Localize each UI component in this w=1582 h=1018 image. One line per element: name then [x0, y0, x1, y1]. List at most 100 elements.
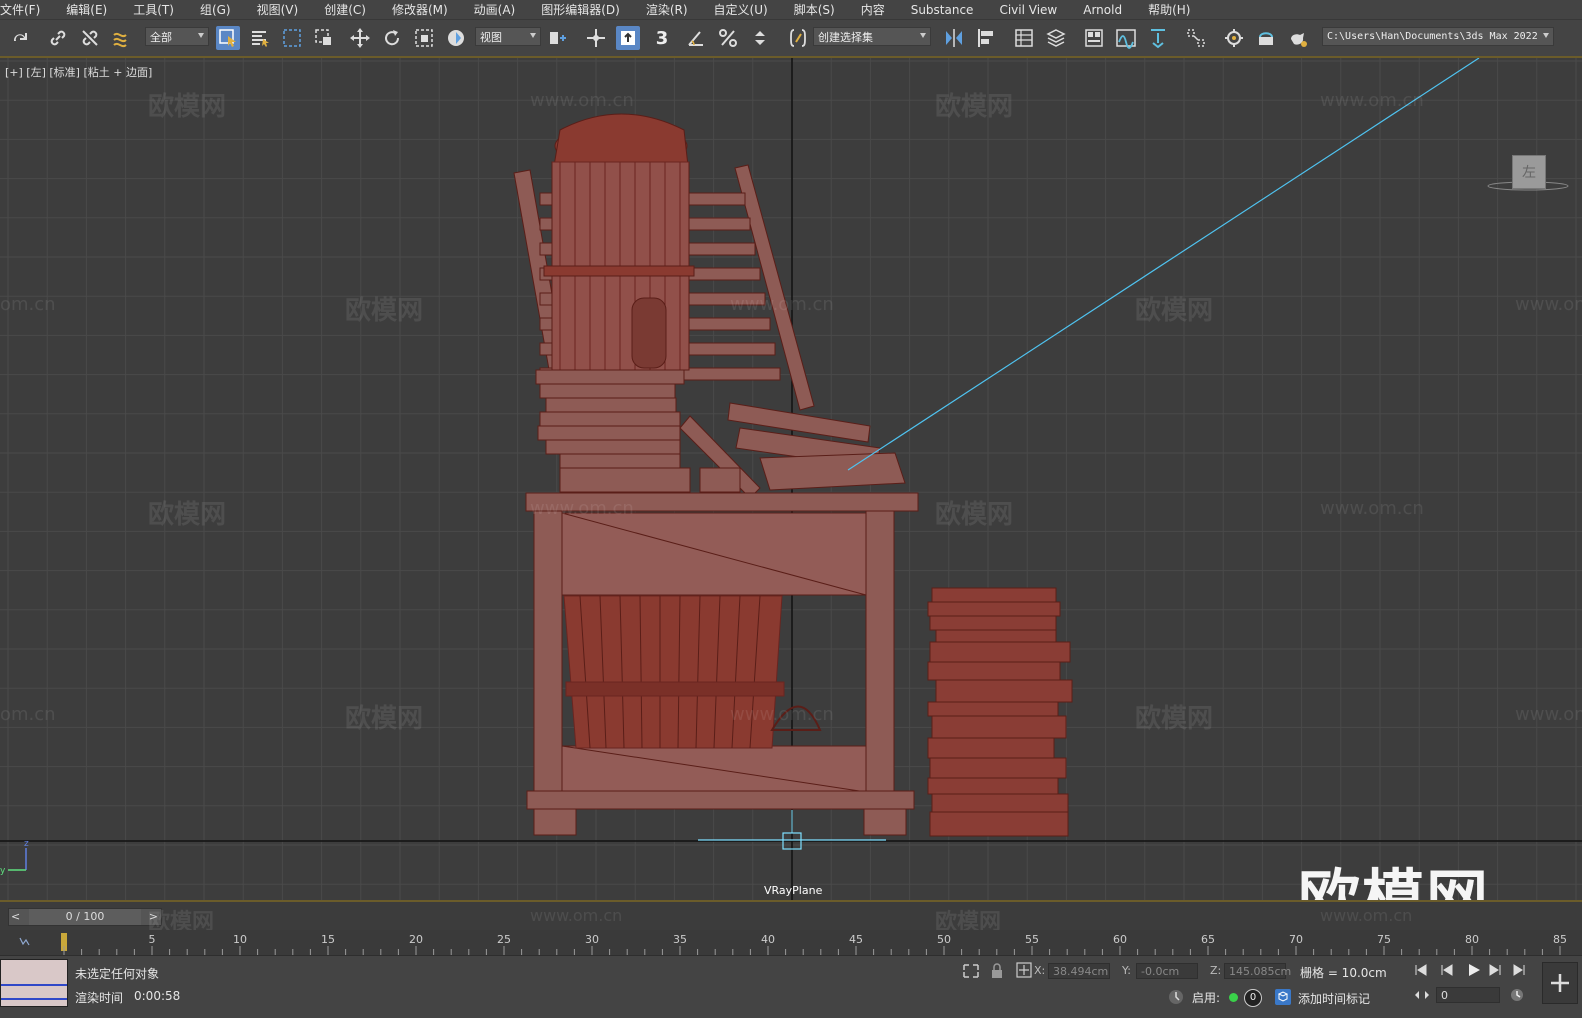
selection-filter-dropdown[interactable]: 全部 — [145, 27, 209, 46]
menu-item[interactable]: 渲染(R) — [633, 1, 701, 18]
curve-editor-icon[interactable] — [1114, 26, 1138, 50]
maxscript-listener-preview[interactable] — [0, 959, 68, 1007]
keyboard-shortcut-toggle-icon[interactable] — [616, 26, 640, 50]
rotate-icon[interactable] — [380, 26, 404, 50]
viewcube[interactable]: 左 — [1512, 155, 1546, 189]
time-slider-value[interactable]: 0 / 100 — [29, 909, 141, 925]
menu-item[interactable]: 自定义(U) — [701, 1, 781, 18]
material-editor-icon[interactable] — [1184, 26, 1208, 50]
watermark-url: www.om.cn — [730, 294, 834, 315]
move-icon[interactable] — [348, 26, 372, 50]
menu-item[interactable]: 组(G) — [187, 1, 244, 18]
align-icon[interactable] — [974, 26, 998, 50]
menu-item[interactable]: Substance — [898, 3, 987, 17]
place-icon[interactable] — [444, 26, 468, 50]
watermark-url: om.cn — [0, 294, 56, 315]
chevron-down-icon — [530, 33, 536, 38]
menu-item[interactable]: 修改器(M) — [379, 1, 461, 18]
watermark-url: www.om.cn — [1320, 906, 1413, 925]
project-path-dropdown[interactable]: C:\Users\Han\Documents\3ds Max 2022 — [1322, 27, 1554, 46]
time-configuration-icon[interactable] — [1510, 988, 1526, 1004]
schematic-view-icon[interactable] — [1146, 26, 1170, 50]
select-manipulate-icon[interactable] — [584, 26, 608, 50]
y-label: Y: — [1122, 964, 1131, 977]
layer-explorer-icon[interactable] — [1044, 26, 1068, 50]
menu-item[interactable]: 创建(C) — [311, 1, 379, 18]
track-tick-label: 50 — [937, 933, 951, 946]
angle-snap-icon[interactable] — [684, 26, 708, 50]
time-tag-icon[interactable] — [1274, 988, 1292, 1006]
goto-start-icon[interactable] — [1414, 963, 1428, 977]
menu-item[interactable]: 编辑(E) — [53, 1, 120, 18]
watermark-cn: 欧模网 — [148, 92, 227, 122]
track-ruler: 5 10 15 20 25 30 35 40 45 50 55 60 65 70 75 80 85 — [19, 933, 1567, 955]
project-path-value: C:\Users\Han\Documents\3ds Max 2022 — [1327, 31, 1538, 42]
goto-end-icon[interactable] — [1512, 963, 1526, 977]
render-time-value: 0:00:58 — [134, 989, 181, 1003]
menu-item[interactable]: 脚本(S) — [781, 1, 848, 18]
previous-frame-icon[interactable] — [1440, 963, 1454, 977]
menu-item[interactable]: 图形编辑器(D) — [528, 1, 633, 18]
next-frame-icon[interactable] — [1488, 963, 1502, 977]
named-selection-set-dropdown[interactable]: 创建选择集 — [813, 27, 931, 46]
watermark-url: www.om.cn — [730, 704, 834, 725]
current-frame-field[interactable]: 0 — [1436, 987, 1500, 1003]
watermark-cn: 欧模网 — [345, 704, 424, 734]
reference-coord-dropdown[interactable]: 视图 — [475, 27, 541, 46]
menu-item[interactable]: 工具(T) — [120, 1, 187, 18]
rendered-frame-window-icon[interactable] — [1254, 26, 1278, 50]
watermark-cn: 欧模网 — [935, 92, 1014, 122]
scene-explorer-icon[interactable] — [1012, 26, 1036, 50]
menu-item[interactable]: 动画(A) — [461, 1, 529, 18]
selection-lock-icon[interactable] — [990, 962, 1004, 980]
viewport-left[interactable]: z y 欧模网 www.om.cn 欧模网 www.om.cn om.cn 欧模… — [0, 58, 1582, 900]
redo-icon[interactable] — [8, 26, 32, 50]
track-tick-label: 80 — [1465, 933, 1479, 946]
track-tick-label: 15 — [321, 933, 335, 946]
window-crossing-icon[interactable] — [312, 26, 336, 50]
isolate-selection-icon[interactable] — [962, 963, 980, 979]
y-coordinate-field[interactable]: -0.0cm — [1136, 963, 1198, 979]
edit-named-selection-icon[interactable] — [786, 26, 810, 50]
play-icon[interactable] — [1466, 962, 1482, 978]
viewport-maximize-button[interactable] — [1542, 962, 1578, 1004]
menu-item[interactable]: 文件(F) — [0, 1, 53, 18]
link-icon[interactable] — [46, 26, 70, 50]
menu-item[interactable]: 视图(V) — [244, 1, 312, 18]
scale-icon[interactable] — [412, 26, 436, 50]
basket-mesh — [563, 595, 822, 749]
menu-item[interactable]: Civil View — [986, 3, 1070, 17]
select-object-icon[interactable] — [216, 26, 240, 50]
key-mode-toggle-icon[interactable] — [1414, 989, 1430, 1001]
x-coordinate-field[interactable]: 38.494cm — [1048, 963, 1110, 979]
mirror-icon[interactable] — [942, 26, 966, 50]
watermark-cn: 欧模网 — [148, 500, 227, 530]
enable-count-badge[interactable]: 0 — [1244, 989, 1262, 1007]
grid-size-label: 栅格 = 10.0cm — [1300, 966, 1387, 980]
render-setup-icon[interactable] — [1222, 26, 1246, 50]
render-production-icon[interactable] — [1286, 26, 1310, 50]
pivot-center-icon[interactable] — [546, 26, 570, 50]
z-coordinate-field[interactable]: 145.085cm — [1224, 963, 1291, 979]
select-by-name-icon[interactable] — [248, 26, 272, 50]
adaptive-degradation-icon[interactable] — [1168, 989, 1184, 1005]
unlink-icon[interactable] — [78, 26, 102, 50]
track-tick-label: 25 — [497, 933, 511, 946]
add-time-tag-button[interactable]: 添加时间标记 — [1298, 990, 1370, 1007]
watermark-url: om.cn — [0, 704, 56, 725]
absolute-mode-icon[interactable] — [1016, 962, 1032, 978]
viewport-label-menu[interactable]: [+] [左] [标准] [粘土 + 边面] — [5, 64, 152, 80]
snaps-toggle-icon[interactable]: 3 — [650, 26, 674, 50]
bind-spacewarp-icon[interactable] — [110, 26, 134, 50]
spinner-snap-icon[interactable] — [748, 26, 772, 50]
track-bar[interactable]: 5 10 15 20 25 30 35 40 45 50 55 60 65 70 75 80 85 — [0, 930, 1582, 955]
time-slider[interactable]: < 0 / 100 > — [8, 908, 162, 926]
menu-item[interactable]: Arnold — [1070, 3, 1135, 17]
menu-item[interactable]: 内容 — [848, 1, 898, 18]
menu-item[interactable]: 帮助(H) — [1135, 1, 1203, 18]
viewport-grid: z y — [0, 58, 1582, 900]
toggle-ribbon-icon[interactable] — [1082, 26, 1106, 50]
time-slider-prev-button[interactable]: < — [11, 910, 20, 923]
rect-region-icon[interactable] — [280, 26, 304, 50]
percent-snap-icon[interactable] — [716, 26, 740, 50]
